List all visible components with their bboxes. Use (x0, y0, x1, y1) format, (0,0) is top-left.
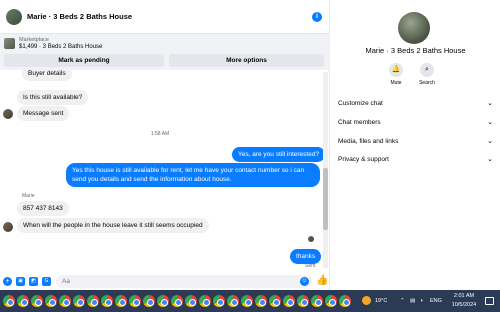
chat-header: Marie · 3 Beds 2 Baths House i (0, 0, 330, 34)
tray-arrow-icon[interactable]: ⌃ (400, 290, 405, 312)
menu-label: Media, files and links (338, 138, 399, 145)
chrome-icon[interactable] (339, 295, 351, 307)
chrome-icon[interactable] (115, 295, 127, 307)
chat-pane: Marie · 3 Beds 2 Baths House i Marketpla… (0, 0, 330, 290)
contact-avatar[interactable] (6, 8, 22, 25)
menu-privacy-support[interactable]: Privacy & support ⌄ (338, 154, 493, 166)
message-bubble-outgoing: Yes, are you still interested? (232, 147, 326, 162)
chevron-down-icon: ⌄ (487, 119, 493, 126)
profile-name: Marie · 3 Beds 2 Baths House (365, 46, 466, 55)
menu-customize-chat[interactable]: Customize chat ⌄ (338, 98, 493, 110)
menu-label: Chat members (338, 119, 381, 126)
weather-icon[interactable] (362, 296, 371, 305)
message-list: Buyer details Is this still available? M… (0, 70, 330, 270)
marketplace-banner: Marketplace $1,499 · 3 Beds 2 Baths Hous… (0, 34, 330, 70)
chrome-icon[interactable] (213, 295, 225, 307)
message-bubble-incoming: Message sent (17, 106, 70, 121)
chrome-icon[interactable] (157, 295, 169, 307)
chrome-icon[interactable] (45, 295, 57, 307)
listing-title[interactable]: $1,499 · 3 Beds 2 Baths House (19, 44, 102, 50)
clock-time: 2:01 AM (453, 293, 475, 299)
menu-label: Customize chat (338, 100, 383, 107)
chat-title[interactable]: Marie · 3 Beds 2 Baths House (27, 12, 132, 21)
info-icon[interactable]: i (312, 12, 322, 22)
conversation-info-pane: Marie · 3 Beds 2 Baths House 🔔 Mute ⌕ Se… (331, 0, 500, 290)
chrome-icon[interactable] (269, 295, 281, 307)
chevron-down-icon: ⌄ (487, 156, 493, 163)
chrome-icon[interactable] (185, 295, 197, 307)
search-icon[interactable]: ⌕ (420, 63, 434, 77)
contact-avatar-small[interactable] (3, 109, 13, 119)
chrome-icon[interactable] (73, 295, 85, 307)
chrome-icon[interactable] (129, 295, 141, 307)
chevron-down-icon: ⌄ (487, 100, 493, 107)
temperature[interactable]: 19°C (375, 290, 387, 312)
chrome-icon[interactable] (59, 295, 71, 307)
sender-name: Marie (22, 193, 35, 199)
message-bubble-buyer-details: Buyer details (22, 70, 72, 81)
chrome-icon[interactable] (325, 295, 337, 307)
language-indicator[interactable]: ENG (430, 290, 442, 312)
message-timestamp: 1:58 AM (150, 131, 170, 137)
message-status: Sent (305, 263, 316, 269)
marketplace-label: Marketplace (19, 37, 49, 43)
message-bubble-outgoing: thanks (290, 249, 322, 264)
scrollbar-thumb[interactable] (323, 168, 328, 230)
chrome-icon[interactable] (297, 295, 309, 307)
seen-avatar (308, 236, 314, 242)
plus-icon[interactable]: + (3, 277, 12, 286)
chrome-icon[interactable] (241, 295, 253, 307)
menu-media-files-links[interactable]: Media, files and links ⌄ (338, 136, 493, 148)
message-bubble-incoming: 857 437 8143 (17, 201, 69, 216)
chrome-icon[interactable] (143, 295, 155, 307)
chrome-icon[interactable] (283, 295, 295, 307)
chrome-icon[interactable] (3, 295, 15, 307)
bell-icon[interactable]: 🔔 (389, 63, 403, 77)
contact-avatar-small[interactable] (3, 222, 13, 232)
chrome-icon[interactable] (87, 295, 99, 307)
listing-thumbnail[interactable] (4, 38, 15, 49)
menu-label: Privacy & support (338, 156, 389, 163)
notification-icon[interactable] (485, 297, 494, 305)
gif-icon[interactable]: G (42, 277, 51, 286)
chrome-icon[interactable] (31, 295, 43, 307)
chrome-icon[interactable] (171, 295, 183, 307)
message-bubble-outgoing: Yes this house is still available for re… (66, 163, 320, 187)
network-icon[interactable]: ▤ (410, 290, 415, 312)
volume-icon[interactable]: ◖ (420, 290, 423, 312)
image-icon[interactable]: ▣ (16, 277, 25, 286)
taskbar (0, 290, 500, 312)
message-input[interactable] (56, 275, 312, 288)
profile-avatar[interactable] (398, 12, 430, 44)
messenger-window: Marie · 3 Beds 2 Baths House i Marketpla… (0, 0, 500, 290)
chevron-down-icon: ⌄ (487, 138, 493, 145)
chrome-icon[interactable] (199, 295, 211, 307)
menu-chat-members[interactable]: Chat members ⌄ (338, 117, 493, 129)
message-bubble-incoming: Is this still available? (17, 90, 89, 105)
mark-as-pending-button[interactable]: Mark as pending (4, 54, 164, 67)
like-icon[interactable]: 👍 (316, 276, 328, 286)
clock-date: 10/5/2024 (451, 302, 477, 308)
chrome-icon[interactable] (17, 295, 29, 307)
message-bubble-incoming: When will the people in the house leave … (17, 218, 209, 233)
message-scrollbar[interactable] (323, 72, 328, 268)
system-clock[interactable]: 2:01 AM 10/5/2024 (446, 292, 482, 310)
mute-label: Mute (390, 80, 402, 86)
search-label: Search (419, 80, 435, 86)
chrome-icon[interactable] (255, 295, 267, 307)
emoji-icon[interactable]: ☺ (300, 277, 309, 286)
sticker-icon[interactable]: ◩ (29, 277, 38, 286)
chrome-icon[interactable] (227, 295, 239, 307)
chrome-icon[interactable] (311, 295, 323, 307)
more-options-button[interactable]: More options (169, 54, 324, 67)
chrome-icon[interactable] (101, 295, 113, 307)
